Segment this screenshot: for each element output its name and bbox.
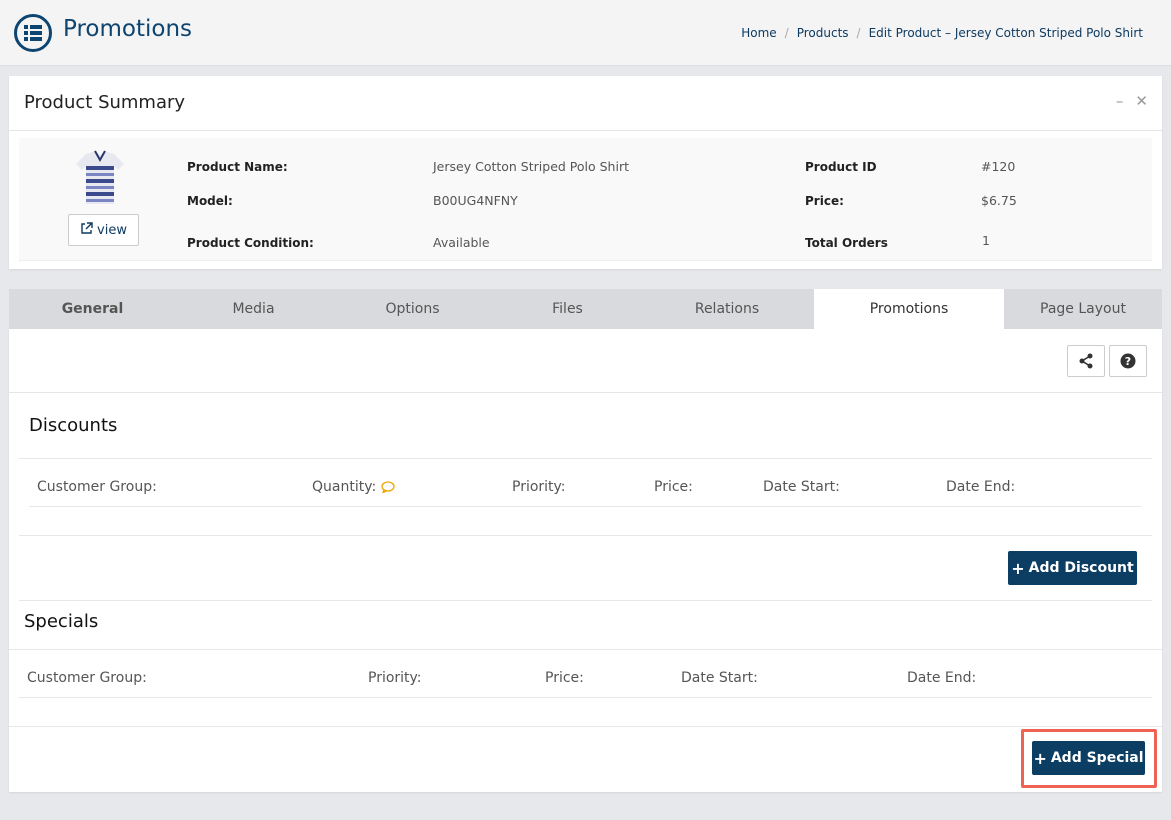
highlight-box [1021,729,1157,788]
discount-col-customer-group: Customer Group: [37,479,157,495]
product-thumbnail [76,150,124,204]
summary-title: Product Summary [24,92,186,113]
condition-value: Available [433,235,490,250]
discount-col-date-start: Date Start: [763,479,840,495]
minimize-icon[interactable]: – [1116,92,1124,110]
comment-icon[interactable] [381,481,395,493]
product-name-label: Product Name: [187,160,288,174]
external-link-icon [80,221,93,239]
discount-col-date-end: Date End: [946,479,1016,495]
product-summary-panel: Product Summary – ✕ view Product Name: J… [9,76,1162,325]
discount-col-quantity: Quantity: [312,479,395,495]
total-orders-value: 1 [982,233,990,248]
price-label: Price: [805,194,844,208]
special-col-date-end: Date End: [907,670,977,686]
product-name-value: Jersey Cotton Striped Polo Shirt [433,159,629,174]
product-id-label: Product ID [805,160,877,174]
tab-relations[interactable]: Relations [641,289,813,329]
breadcrumb-products[interactable]: Products [797,26,849,40]
tab-page-layout[interactable]: Page Layout [1004,289,1162,329]
close-icon[interactable]: ✕ [1135,92,1148,110]
price-value: $6.75 [981,193,1017,208]
help-button[interactable]: ? [1109,345,1147,377]
view-product-button[interactable]: view [68,214,139,246]
special-col-priority: Priority: [368,670,422,686]
plus-icon: + [1011,558,1025,578]
condition-label: Product Condition: [187,236,314,250]
breadcrumb-home[interactable]: Home [741,26,776,40]
tab-general[interactable]: General [9,289,176,329]
special-col-date-start: Date Start: [681,670,758,686]
discount-col-priority: Priority: [512,479,566,495]
summary-body: view Product Name: Jersey Cotton Striped… [19,138,1152,325]
promotions-panel: ? Discounts Customer Group: Quantity: Pr… [9,329,1162,792]
add-discount-button[interactable]: + Add Discount [1008,551,1137,585]
page-title: Promotions [63,16,193,42]
breadcrumb-current: Edit Product – Jersey Cotton Striped Pol… [868,26,1143,40]
tab-media[interactable]: Media [176,289,331,329]
total-orders-label: Total Orders [805,236,888,250]
tab-options[interactable]: Options [331,289,494,329]
share-icon [1079,353,1093,369]
share-button[interactable] [1067,345,1105,377]
tab-files[interactable]: Files [494,289,641,329]
breadcrumb: Home / Products / Edit Product – Jersey … [741,26,1143,40]
specials-title: Specials [24,611,99,632]
tab-promotions[interactable]: Promotions [814,289,1004,329]
discount-col-price: Price: [654,479,693,495]
discounts-title: Discounts [29,415,118,436]
top-bar: Promotions Home / Products / Edit Produc… [0,0,1171,66]
svg-text:?: ? [1125,355,1131,368]
question-icon: ? [1120,353,1136,369]
list-icon [14,14,52,52]
special-col-price: Price: [545,670,584,686]
tab-bar: General Media Options Files Relations Pr… [9,289,1162,329]
model-value: B00UG4NFNY [433,193,518,208]
model-label: Model: [187,194,233,208]
special-col-customer-group: Customer Group: [27,670,147,686]
product-id-value: #120 [981,159,1016,174]
